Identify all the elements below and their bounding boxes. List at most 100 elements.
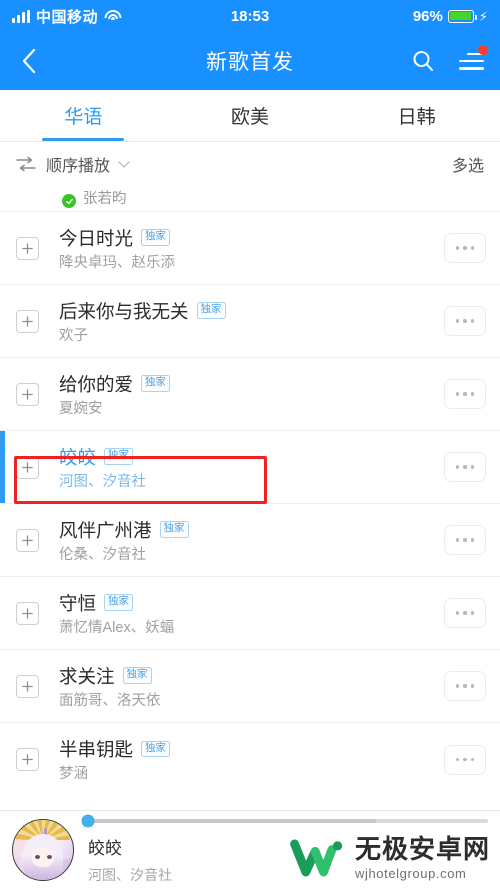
ellipsis-icon <box>456 319 460 323</box>
ellipsis-icon <box>456 611 460 615</box>
progress-knob[interactable] <box>81 814 95 828</box>
ellipsis-icon <box>456 246 460 250</box>
exclusive-badge: 独家 <box>141 740 171 758</box>
more-options-button[interactable] <box>444 744 486 775</box>
now-playing-indicator <box>0 431 5 503</box>
add-to-playlist-button[interactable] <box>16 674 39 698</box>
back-button[interactable] <box>16 48 42 74</box>
menu-button[interactable] <box>458 45 488 74</box>
exclusive-badge: 独家 <box>122 667 152 684</box>
list-item-partial[interactable]: 张若昀 <box>0 186 500 212</box>
mini-player[interactable]: 皎皎 河图、汐音社 <box>0 810 500 889</box>
tab-western[interactable]: 欧美 <box>167 90 334 141</box>
search-button[interactable] <box>410 48 436 74</box>
status-bar-right: 96% ⚡ <box>413 8 488 25</box>
hamburger-menu-icon <box>458 52 484 70</box>
song-row[interactable]: 今日时光 独家降央卓玛、赵乐添 <box>0 212 500 285</box>
plus-icon <box>22 607 33 619</box>
song-row[interactable]: 风伴广州港 独家 伦桑、汐音社 <box>0 504 500 577</box>
song-artist: 河图、汐音社 <box>59 473 146 490</box>
category-tabs: 华语 欧美 日韩 <box>0 90 500 142</box>
song-row[interactable]: 皎皎 独家 河图、汐音社 <box>0 431 500 504</box>
song-title-line: 给你的爱 独家 <box>59 371 436 397</box>
add-to-playlist-button[interactable] <box>16 309 39 333</box>
battery-icon <box>447 9 477 23</box>
add-to-playlist-button[interactable] <box>16 382 39 406</box>
more-options-button[interactable] <box>444 379 486 409</box>
app-root: 中国移动 18:53 96% ⚡ 新歌首发 华语 欧美 日韩 顺序播放 多选 张… <box>0 0 500 889</box>
chevron-left-icon <box>22 48 36 74</box>
ellipsis-icon <box>456 538 460 542</box>
notification-dot <box>478 45 488 55</box>
exclusive-badge: 独家 <box>159 521 189 538</box>
song-info: 求关注 独家 面筋哥、洛天依 <box>59 663 436 710</box>
verified-check-icon <box>62 194 76 208</box>
progress-bar[interactable] <box>81 814 488 828</box>
song-title-line: 守恒 独家 <box>59 590 436 616</box>
ellipsis-icon <box>456 392 460 396</box>
plus-icon <box>22 534 33 546</box>
play-mode-button[interactable]: 顺序播放 <box>16 152 130 176</box>
song-title: 今日时光 <box>59 227 134 249</box>
add-to-playlist-button[interactable] <box>16 236 39 260</box>
plus-icon <box>22 680 33 692</box>
song-title-line: 风伴广州港 独家 <box>59 517 436 543</box>
exclusive-badge: 独家 <box>104 594 134 611</box>
album-art-eye-left <box>35 855 40 859</box>
more-options-button[interactable] <box>444 598 486 628</box>
multi-select-button[interactable]: 多选 <box>452 152 484 176</box>
song-title: 风伴广州港 <box>59 519 152 541</box>
song-row[interactable]: 半串钥匙 独家 梦涵 <box>0 723 500 796</box>
page-header: 新歌首发 <box>0 32 500 90</box>
song-info: 皎皎 独家 河图、汐音社 <box>59 444 436 491</box>
player-info: 皎皎 河图、汐音社 <box>81 814 488 885</box>
more-options-button[interactable] <box>444 306 486 336</box>
add-to-playlist-button[interactable] <box>16 528 39 552</box>
song-info: 半串钥匙 独家 梦涵 <box>59 736 436 783</box>
plus-icon <box>22 461 33 473</box>
exclusive-badge: 独家 <box>141 229 171 246</box>
plus-icon <box>22 242 33 254</box>
player-song-title: 皎皎 <box>88 838 122 858</box>
more-options-button[interactable] <box>444 233 486 263</box>
song-row[interactable]: 求关注 独家 面筋哥、洛天依 <box>0 650 500 723</box>
more-options-button[interactable] <box>444 525 486 555</box>
sequential-play-icon <box>16 156 36 172</box>
album-art-eye-right <box>47 855 52 859</box>
song-info: 守恒 独家萧忆情Alex、妖蝠 <box>59 590 436 637</box>
add-to-playlist-button[interactable] <box>16 748 39 771</box>
chevron-down-icon <box>118 156 130 168</box>
song-info: 风伴广州港 独家 伦桑、汐音社 <box>59 517 436 564</box>
list-controls: 顺序播放 多选 <box>0 142 500 186</box>
song-row[interactable]: 守恒 独家萧忆情Alex、妖蝠 <box>0 577 500 650</box>
lightning-bolt-icon: ⚡ <box>478 8 488 24</box>
song-title-line: 今日时光 独家 <box>59 225 436 251</box>
tab-mandarin[interactable]: 华语 <box>0 90 167 141</box>
tab-japan-korea[interactable]: 日韩 <box>333 90 500 141</box>
add-to-playlist-button[interactable] <box>16 455 39 479</box>
more-options-button[interactable] <box>444 671 486 701</box>
partial-row-artist: 张若昀 <box>83 191 127 207</box>
play-mode-label: 顺序播放 <box>46 158 111 175</box>
plus-icon <box>22 315 33 327</box>
song-title: 守恒 <box>59 592 97 614</box>
song-artist: 梦涵 <box>59 766 88 782</box>
song-title: 给你的爱 <box>59 373 134 395</box>
song-row[interactable]: 后来你与我无关 独家 欢子 <box>0 285 500 358</box>
battery-percent-label: 96% <box>412 7 443 25</box>
song-row[interactable]: 给你的爱 独家 夏婉安 <box>0 358 500 431</box>
ellipsis-icon <box>456 465 460 469</box>
more-options-button[interactable] <box>444 452 486 482</box>
song-artist: 萧忆情Alex、妖蝠 <box>59 619 175 636</box>
song-title-line: 后来你与我无关 独家 <box>59 298 436 324</box>
song-title-line: 求关注 独家 <box>59 663 436 689</box>
ellipsis-icon <box>456 684 460 688</box>
status-bar: 中国移动 18:53 96% ⚡ <box>0 0 500 32</box>
add-to-playlist-button[interactable] <box>16 601 39 625</box>
ellipsis-icon <box>456 757 460 762</box>
plus-icon <box>22 754 33 765</box>
song-artist: 降央卓玛、赵乐添 <box>59 254 175 271</box>
song-list[interactable]: 张若昀 今日时光 独家 降央卓玛、赵乐添 后来你与我无关 独家 欢子 给你的爱 独家 夏婉安 皎皎… <box>0 186 500 810</box>
album-art[interactable] <box>12 819 74 881</box>
song-title: 皎皎 <box>59 446 97 468</box>
